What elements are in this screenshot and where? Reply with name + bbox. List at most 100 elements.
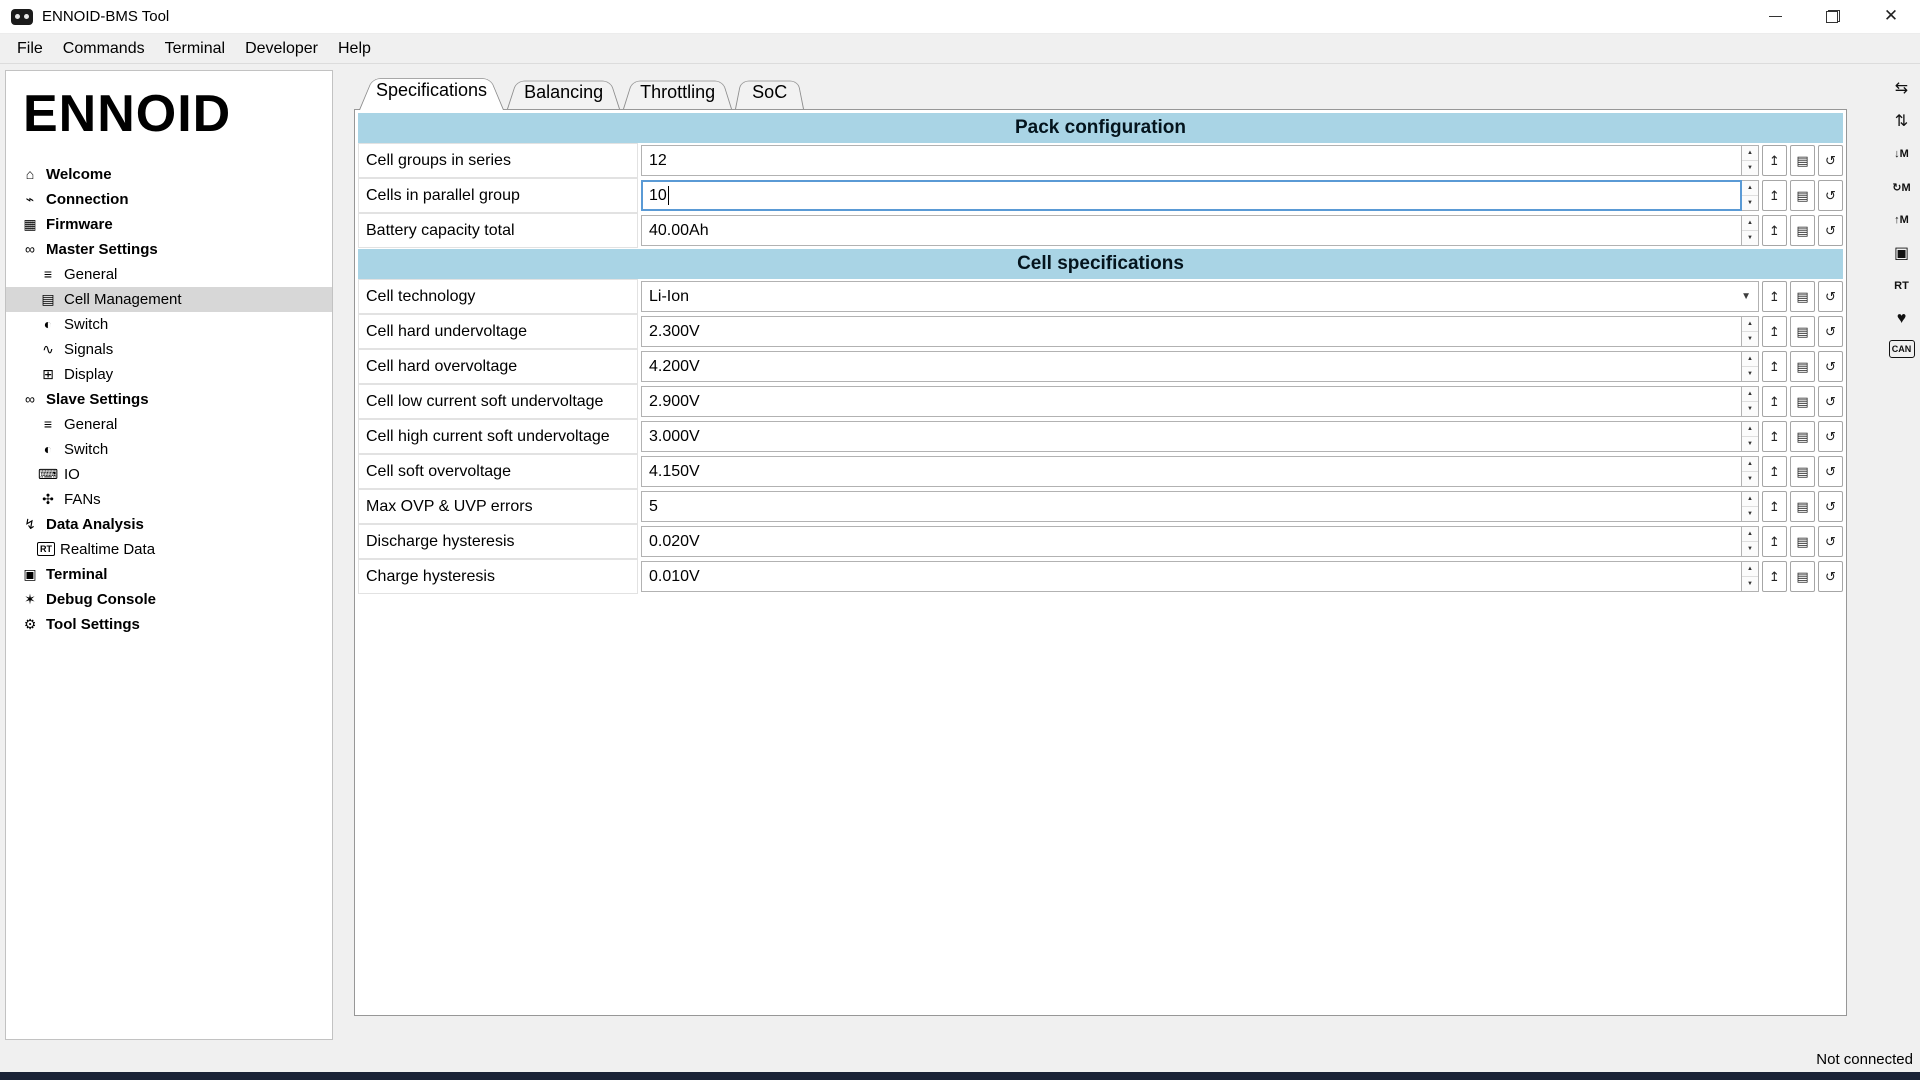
default-param-button[interactable]: ↺	[1818, 145, 1843, 176]
sidebar-item-display[interactable]: ⊞Display	[6, 362, 332, 387]
sidebar-item-connection[interactable]: ⌁Connection	[6, 187, 332, 212]
spin-down-button[interactable]: ▼	[1742, 160, 1758, 175]
read-param-button[interactable]: ▤	[1790, 491, 1815, 522]
param-input[interactable]: 0.010V	[641, 561, 1742, 592]
spin-up-button[interactable]: ▲	[1742, 181, 1758, 195]
spin-down-button[interactable]: ▼	[1742, 436, 1758, 451]
read-param-button[interactable]: ▤	[1790, 351, 1815, 382]
sidebar-item-terminal[interactable]: ▣Terminal	[6, 562, 332, 587]
spin-up-button[interactable]: ▲	[1742, 146, 1758, 160]
param-input[interactable]: 3.000V	[641, 421, 1742, 452]
tab-throttling[interactable]: Throttling	[623, 75, 732, 109]
write-param-button[interactable]: ↥	[1762, 526, 1787, 557]
write-param-button[interactable]: ↥	[1762, 421, 1787, 452]
sidebar-item-realtime-data[interactable]: RTRealtime Data	[6, 537, 332, 562]
write-param-button[interactable]: ↥	[1762, 456, 1787, 487]
sidebar-item-master-settings[interactable]: ∞Master Settings	[6, 237, 332, 262]
spin-down-button[interactable]: ▼	[1742, 331, 1758, 346]
minimize-button[interactable]	[1746, 0, 1804, 34]
param-input[interactable]: 5	[641, 491, 1742, 522]
default-param-button[interactable]: ↺	[1818, 180, 1843, 211]
menu-terminal[interactable]: Terminal	[155, 34, 235, 63]
sidebar-item-signals[interactable]: ∿Signals	[6, 337, 332, 362]
default-param-button[interactable]: ↺	[1818, 491, 1843, 522]
read-param-button[interactable]: ▤	[1790, 180, 1815, 211]
spin-down-button[interactable]: ▼	[1742, 506, 1758, 521]
read-param-button[interactable]: ▤	[1790, 526, 1815, 557]
param-dropdown[interactable]: Li-Ion▼	[641, 281, 1759, 312]
spin-down-button[interactable]: ▼	[1742, 195, 1758, 210]
sidebar-item-cell-management[interactable]: ▤Cell Management	[6, 287, 332, 312]
sidebar-item-fans[interactable]: ✣FANs	[6, 487, 332, 512]
spin-down-button[interactable]: ▼	[1742, 471, 1758, 486]
read-default-config-icon[interactable]: ↻M	[1889, 175, 1915, 199]
sidebar-item-data-analysis[interactable]: ↯Data Analysis	[6, 512, 332, 537]
sidebar-item-firmware[interactable]: ▦Firmware	[6, 212, 332, 237]
restore-button[interactable]	[1804, 0, 1862, 34]
default-param-button[interactable]: ↺	[1818, 456, 1843, 487]
read-param-button[interactable]: ▤	[1790, 386, 1815, 417]
write-param-button[interactable]: ↥	[1762, 386, 1787, 417]
write-param-button[interactable]: ↥	[1762, 180, 1787, 211]
spin-up-button[interactable]: ▲	[1742, 317, 1758, 331]
tab-soc[interactable]: SoC	[735, 75, 804, 109]
default-param-button[interactable]: ↺	[1818, 316, 1843, 347]
sidebar-item-tool-settings[interactable]: ⚙Tool Settings	[6, 612, 332, 637]
default-param-button[interactable]: ↺	[1818, 351, 1843, 382]
realtime-data-icon[interactable]: RT	[1889, 274, 1915, 298]
spin-down-button[interactable]: ▼	[1742, 366, 1758, 381]
default-param-button[interactable]: ↺	[1818, 526, 1843, 557]
menu-help[interactable]: Help	[328, 34, 381, 63]
sidebar-item-slave-settings[interactable]: ∞Slave Settings	[6, 387, 332, 412]
read-param-button[interactable]: ▤	[1790, 316, 1815, 347]
sidebar-item-welcome[interactable]: ⌂Welcome	[6, 162, 332, 187]
spin-up-button[interactable]: ▲	[1742, 457, 1758, 471]
default-param-button[interactable]: ↺	[1818, 561, 1843, 592]
read-param-button[interactable]: ▤	[1790, 421, 1815, 452]
default-param-button[interactable]: ↺	[1818, 281, 1843, 312]
spin-down-button[interactable]: ▼	[1742, 230, 1758, 245]
spin-up-button[interactable]: ▲	[1742, 387, 1758, 401]
default-param-button[interactable]: ↺	[1818, 386, 1843, 417]
read-param-button[interactable]: ▤	[1790, 456, 1815, 487]
spin-up-button[interactable]: ▲	[1742, 216, 1758, 230]
spin-down-button[interactable]: ▼	[1742, 541, 1758, 556]
reconnect-icon[interactable]: ⇅	[1889, 109, 1915, 133]
write-param-button[interactable]: ↥	[1762, 351, 1787, 382]
write-config-icon[interactable]: ↑M	[1889, 208, 1915, 232]
menu-developer[interactable]: Developer	[235, 34, 328, 63]
spin-down-button[interactable]: ▼	[1742, 576, 1758, 591]
save-config-icon[interactable]: ▣	[1889, 241, 1915, 265]
write-param-button[interactable]: ↥	[1762, 561, 1787, 592]
default-param-button[interactable]: ↺	[1818, 421, 1843, 452]
param-input[interactable]: 4.200V	[641, 351, 1742, 382]
write-param-button[interactable]: ↥	[1762, 491, 1787, 522]
menu-file[interactable]: File	[7, 34, 53, 63]
read-param-button[interactable]: ▤	[1790, 215, 1815, 246]
spin-up-button[interactable]: ▲	[1742, 492, 1758, 506]
sidebar-item-switch[interactable]: ◐Switch	[6, 312, 332, 337]
menu-commands[interactable]: Commands	[53, 34, 155, 63]
param-input[interactable]: 2.300V	[641, 316, 1742, 347]
write-param-button[interactable]: ↥	[1762, 281, 1787, 312]
write-param-button[interactable]: ↥	[1762, 215, 1787, 246]
param-input[interactable]: 0.020V	[641, 526, 1742, 557]
sidebar-item-general[interactable]: ≡General	[6, 412, 332, 437]
read-param-button[interactable]: ▤	[1790, 561, 1815, 592]
sidebar-item-io[interactable]: ⌨IO	[6, 462, 332, 487]
spin-up-button[interactable]: ▲	[1742, 352, 1758, 366]
param-input[interactable]: 2.900V	[641, 386, 1742, 417]
read-param-button[interactable]: ▤	[1790, 145, 1815, 176]
default-param-button[interactable]: ↺	[1818, 215, 1843, 246]
read-config-icon[interactable]: ↓M	[1889, 142, 1915, 166]
can-forward-icon[interactable]: CAN	[1889, 340, 1915, 358]
sidebar-item-switch[interactable]: ◐Switch	[6, 437, 332, 462]
close-button[interactable]	[1862, 0, 1920, 34]
write-param-button[interactable]: ↥	[1762, 145, 1787, 176]
spin-up-button[interactable]: ▲	[1742, 527, 1758, 541]
connect-icon[interactable]: ⇆	[1889, 76, 1915, 100]
sidebar-item-debug-console[interactable]: ✶Debug Console	[6, 587, 332, 612]
param-input[interactable]: 10	[641, 180, 1742, 211]
read-param-button[interactable]: ▤	[1790, 281, 1815, 312]
spin-up-button[interactable]: ▲	[1742, 422, 1758, 436]
